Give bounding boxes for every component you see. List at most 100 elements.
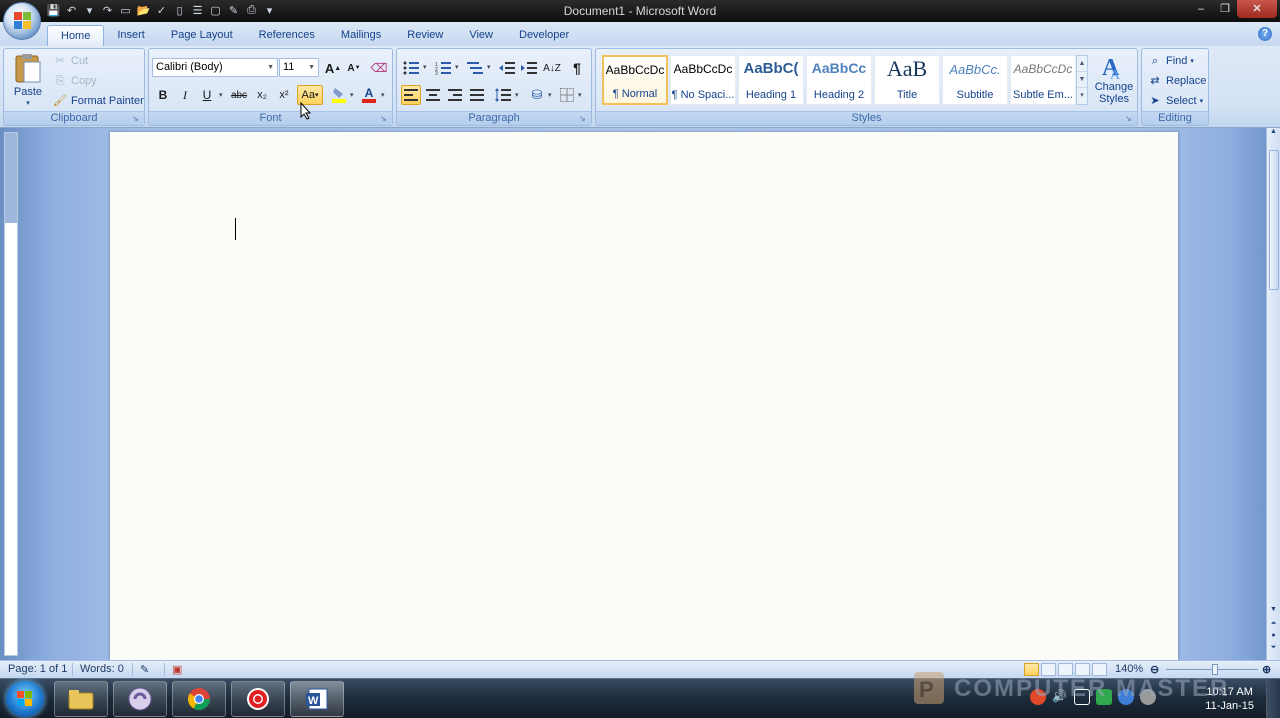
tab-developer[interactable]: Developer xyxy=(506,25,582,46)
align-right-button[interactable] xyxy=(445,85,465,105)
shrink-font-button[interactable]: A ▼ xyxy=(344,58,364,78)
paste-button[interactable]: Paste ▾ xyxy=(8,53,48,109)
style-subtle-emphasis[interactable]: AaBbCcDc Subtle Em... xyxy=(1010,55,1076,105)
tab-mailings[interactable]: Mailings xyxy=(328,25,394,46)
tab-insert[interactable]: Insert xyxy=(104,25,158,46)
scroll-up-icon[interactable]: ▲ xyxy=(1267,128,1280,140)
taskbar-torrent-app[interactable] xyxy=(113,681,167,717)
document-page[interactable] xyxy=(110,132,1178,660)
tab-home[interactable]: Home xyxy=(47,25,105,46)
tab-view[interactable]: View xyxy=(456,25,506,46)
superscript-button[interactable]: x² xyxy=(274,85,294,105)
find-button[interactable]: ⌕ Find ▾ xyxy=(1147,53,1194,69)
tab-references[interactable]: References xyxy=(246,25,328,46)
browse-object-icon[interactable]: ● xyxy=(1267,632,1280,644)
gallery-up-icon[interactable]: ▲ xyxy=(1077,56,1087,72)
full-screen-reading-view-button[interactable] xyxy=(1041,663,1056,676)
bold-button[interactable]: B xyxy=(153,85,173,105)
macro-record-icon[interactable]: ▣ xyxy=(172,663,182,676)
update-tray-icon[interactable] xyxy=(1140,689,1156,705)
taskbar-chrome[interactable] xyxy=(172,681,226,717)
page-count[interactable]: Page: 1 of 1 xyxy=(8,663,67,675)
paragraph-dialog-launcher-icon[interactable]: ↘ xyxy=(579,114,589,124)
underline-button[interactable]: U xyxy=(197,85,217,105)
show-desktop-button[interactable] xyxy=(1266,679,1280,718)
tab-page-layout[interactable]: Page Layout xyxy=(158,25,246,46)
print-layout-view-button[interactable] xyxy=(1024,663,1039,676)
sort-button[interactable]: A↓Z xyxy=(542,58,562,78)
underline-dropdown-icon[interactable]: ▾ xyxy=(219,91,223,99)
highlight-button[interactable] xyxy=(329,85,349,105)
multilevel-list-button[interactable] xyxy=(465,58,485,78)
style-subtitle[interactable]: AaBbCc. Subtitle xyxy=(942,55,1008,105)
restore-button[interactable]: ❐ xyxy=(1213,0,1237,18)
minimize-button[interactable]: – xyxy=(1189,0,1213,18)
gallery-more-icon[interactable]: ▾ xyxy=(1077,88,1087,104)
italic-button[interactable]: I xyxy=(175,85,195,105)
taskbar-screen-recorder[interactable] xyxy=(231,681,285,717)
justify-button[interactable] xyxy=(467,85,487,105)
office-button[interactable] xyxy=(3,2,41,40)
close-button[interactable]: ✕ xyxy=(1237,0,1277,18)
zoom-slider-thumb[interactable] xyxy=(1212,664,1218,675)
proofing-icon[interactable]: ✎ xyxy=(140,663,149,676)
previous-page-icon[interactable]: ⏶ xyxy=(1267,620,1280,632)
draft-view-button[interactable] xyxy=(1092,663,1107,676)
volume-icon[interactable]: 🔊 xyxy=(1052,689,1068,705)
numbering-dropdown-icon[interactable]: ▾ xyxy=(455,63,459,71)
network-icon[interactable] xyxy=(1074,689,1090,705)
zoom-in-icon[interactable]: ⊕ xyxy=(1262,663,1271,676)
style-heading-1[interactable]: AaBbC( Heading 1 xyxy=(738,55,804,105)
bullets-dropdown-icon[interactable]: ▾ xyxy=(423,63,427,71)
clipboard-dialog-launcher-icon[interactable]: ↘ xyxy=(132,114,142,124)
start-button[interactable] xyxy=(6,681,44,717)
next-page-icon[interactable]: ⏷ xyxy=(1267,644,1280,656)
styles-dialog-launcher-icon[interactable]: ↘ xyxy=(1125,114,1135,124)
clear-formatting-button[interactable]: ⌫ xyxy=(369,58,389,78)
taskbar-word[interactable]: W xyxy=(290,681,344,717)
app-tray-icon[interactable] xyxy=(1096,689,1112,705)
scroll-down-icon[interactable]: ▼ xyxy=(1267,606,1280,618)
font-name-dropdown[interactable]: Calibri (Body) ▼ xyxy=(152,58,278,77)
replace-button[interactable]: ⇄ Replace xyxy=(1147,73,1206,89)
style-normal[interactable]: AaBbCcDc ¶ Normal xyxy=(602,55,668,105)
shading-button[interactable]: ⛁ xyxy=(527,85,547,105)
line-spacing-dropdown-icon[interactable]: ▾ xyxy=(515,91,519,99)
copy-button[interactable]: ⎘ Copy xyxy=(52,73,97,89)
shading-dropdown-icon[interactable]: ▾ xyxy=(548,91,552,99)
multilevel-dropdown-icon[interactable]: ▾ xyxy=(487,63,491,71)
browser-tray-icon[interactable] xyxy=(1118,689,1134,705)
format-painter-button[interactable]: 🖌 Format Painter xyxy=(52,93,144,109)
bullets-button[interactable] xyxy=(401,58,421,78)
record-tray-icon[interactable] xyxy=(1030,689,1046,705)
decrease-indent-button[interactable] xyxy=(497,58,517,78)
word-count[interactable]: Words: 0 xyxy=(80,663,124,675)
font-dialog-launcher-icon[interactable]: ↘ xyxy=(380,114,390,124)
vertical-ruler[interactable] xyxy=(4,132,18,656)
change-styles-button[interactable]: AA Change Styles xyxy=(1092,53,1136,105)
font-size-dropdown[interactable]: 11 ▼ xyxy=(279,58,319,77)
subscript-button[interactable]: x₂ xyxy=(252,85,272,105)
select-button[interactable]: ➤ Select ▾ xyxy=(1147,93,1203,109)
strikethrough-button[interactable]: abc xyxy=(229,85,249,105)
zoom-level[interactable]: 140% xyxy=(1115,663,1143,675)
style-heading-2[interactable]: AaBbCc Heading 2 xyxy=(806,55,872,105)
borders-dropdown-icon[interactable]: ▾ xyxy=(578,91,582,99)
show-hide-button[interactable]: ¶ xyxy=(567,58,587,78)
highlight-dropdown-icon[interactable]: ▾ xyxy=(350,91,354,99)
grow-font-button[interactable]: A ▲ xyxy=(323,58,343,78)
taskbar-clock[interactable]: 10:17 AM 11-Jan-15 xyxy=(1205,685,1254,713)
cut-button[interactable]: ✂ Cut xyxy=(52,53,88,69)
outline-view-button[interactable] xyxy=(1075,663,1090,676)
vertical-scrollbar[interactable]: ▲ ▼ ⏶ ● ⏷ xyxy=(1266,128,1280,660)
borders-button[interactable] xyxy=(557,85,577,105)
gallery-down-icon[interactable]: ▼ xyxy=(1077,72,1087,88)
numbering-button[interactable]: 123 xyxy=(433,58,453,78)
align-left-button[interactable] xyxy=(401,85,421,105)
increase-indent-button[interactable] xyxy=(519,58,539,78)
scrollbar-thumb[interactable] xyxy=(1269,150,1279,290)
line-spacing-button[interactable] xyxy=(493,85,513,105)
font-color-button[interactable]: A xyxy=(359,85,379,105)
tab-review[interactable]: Review xyxy=(394,25,456,46)
help-icon[interactable]: ? xyxy=(1258,27,1272,41)
